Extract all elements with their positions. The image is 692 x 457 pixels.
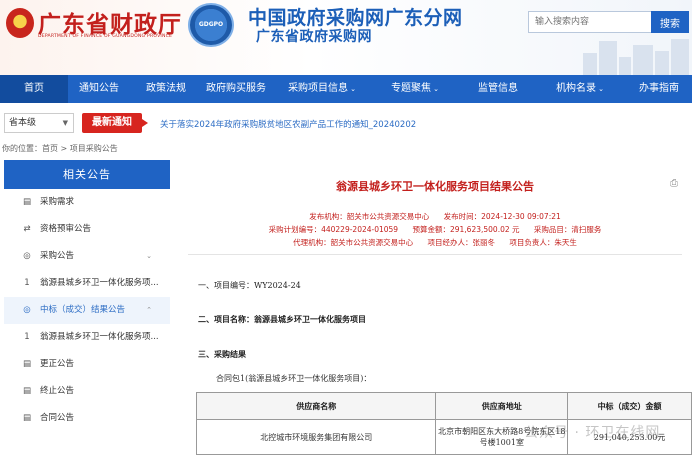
document-icon: ▤ xyxy=(22,359,32,369)
skyline-decoration xyxy=(575,38,692,75)
table-header-row: 供应商名称 供应商地址 中标（成交）金额 xyxy=(195,392,692,420)
plan-number: 采购计划编号：440229-2024-01059 xyxy=(268,225,399,234)
sidebar: 相关公告 ▤ 采购需求 ⇄ 资格预审公告 ◎ 采购公告 ⌄ 1 翁源县城乡环卫一… xyxy=(4,160,170,457)
number-icon: 1 xyxy=(24,278,30,288)
chevron-down-icon: ⌄ xyxy=(146,252,152,260)
sidebar-subitem-procurement-notice[interactable]: 1 翁源县城乡环卫一体化服务项... xyxy=(4,270,170,297)
nav-home[interactable]: 首页 xyxy=(0,75,68,103)
chevron-up-icon: ⌃ xyxy=(146,306,152,314)
notice-bar: 省本级 ▼ 最新通知 关于落实2024年政府采购脱贫地区农副产品工作的通知_20… xyxy=(0,111,692,135)
site-header: 广东省财政厅 DEPARTMENT OF FINANCE OF GUANGDON… xyxy=(0,0,692,75)
contract-package: 合同包1(翁源县城乡环卫一体化服务项目)： xyxy=(216,374,372,383)
sidebar-item-termination[interactable]: ▤ 终止公告 xyxy=(4,378,170,405)
watermark: 公众号 · 环卫在线网 xyxy=(524,425,661,441)
search-button[interactable]: 搜索 xyxy=(651,11,689,33)
sidebar-item-requirements[interactable]: ▤ 采购需求 xyxy=(4,189,170,216)
dept-name-en: DEPARTMENT OF FINANCE OF GUANGDONG PROVI… xyxy=(38,34,173,39)
breadcrumb: 你的位置：首页 > 项目采购公告 xyxy=(2,144,118,153)
leader: 项目负责人：朱天生 xyxy=(509,238,577,247)
col-amount: 中标（成交）金额 xyxy=(567,392,692,420)
meta-row-1: 发布机构：韶关市公共资源交易中心 发布时间：2024-12-30 09:07:2… xyxy=(178,211,692,222)
national-emblem-icon xyxy=(6,8,34,38)
col-supplier: 供应商名称 xyxy=(195,392,437,420)
level-select[interactable]: 省本级 ▼ xyxy=(4,113,74,133)
document-icon: ▤ xyxy=(22,386,32,396)
target-icon: ◎ xyxy=(23,251,31,261)
col-address: 供应商地址 xyxy=(435,392,569,420)
divider xyxy=(188,254,682,255)
publish-time: 发布时间：2024-12-30 09:07:21 xyxy=(443,212,561,221)
print-icon[interactable]: ⎙ xyxy=(670,178,682,189)
latest-notice-badge: 最新通知 xyxy=(82,113,148,133)
section-project-number: 一、项目编号：WY2024-24 xyxy=(198,281,301,290)
number-icon: 1 xyxy=(24,332,30,342)
chevron-down-icon: ⌄ xyxy=(598,85,604,93)
meta-row-2: 采购计划编号：440229-2024-01059 预算金额：291,623,50… xyxy=(178,224,692,235)
sidebar-item-contract[interactable]: ▤ 合同公告 xyxy=(4,405,170,432)
sidebar-item-award-notice[interactable]: ◎ 中标（成交）结果公告 ⌃ xyxy=(4,297,170,324)
section-results: 三、采购结果 xyxy=(198,349,246,359)
site-subtitle: 广东省政府采购网 xyxy=(256,29,372,45)
nav-gov-services[interactable]: 政府购买服务 xyxy=(200,75,272,103)
agency: 代理机构：韶关市公共资源交易中心 xyxy=(293,238,414,247)
sidebar-title: 相关公告 xyxy=(4,160,170,189)
main-nav: 首页 通知公告 政策法规 政府购买服务 采购项目信息 ⌄ 专题聚焦 ⌄ 监管信息 机… xyxy=(0,75,692,103)
manager: 项目经办人：张丽冬 xyxy=(427,238,496,247)
supplier-name: 北控城市环境服务集团有限公司 xyxy=(195,419,437,455)
chevron-down-icon: ⌄ xyxy=(433,85,439,93)
sidebar-item-prequalification[interactable]: ⇄ 资格预审公告 xyxy=(4,216,170,243)
nav-directory[interactable]: 机构名录 ⌄ xyxy=(548,75,612,103)
search-input[interactable] xyxy=(528,11,651,33)
page-title: 翁源县城乡环卫一体化服务项目结果公告 xyxy=(336,180,534,193)
category: 采购品目：清扫服务 xyxy=(533,225,602,234)
chevron-down-icon: ⌄ xyxy=(350,85,356,93)
main-content: 翁源县城乡环卫一体化服务项目结果公告 ⎙ 发布机构：韶关市公共资源交易中心 发布… xyxy=(178,160,692,457)
nav-notices[interactable]: 通知公告 xyxy=(70,75,128,103)
sidebar-item-procurement-notice[interactable]: ◎ 采购公告 ⌄ xyxy=(4,243,170,270)
latest-notice-link[interactable]: 关于落实2024年政府采购脱贫地区农副产品工作的通知_20240202 xyxy=(160,118,416,130)
chevron-down-icon: ▼ xyxy=(62,119,68,127)
publisher: 发布机构：韶关市公共资源交易中心 xyxy=(309,212,430,221)
sidebar-item-correction[interactable]: ▤ 更正公告 xyxy=(4,351,170,378)
document-icon: ▤ xyxy=(22,413,32,423)
nav-policies[interactable]: 政策法规 xyxy=(138,75,194,103)
meta-row-3: 代理机构：韶关市公共资源交易中心 项目经办人：张丽冬 项目负责人：朱天生 xyxy=(178,237,692,248)
gdgpo-logo-icon: GDGPO xyxy=(188,3,234,47)
page-root: { "header": { "dept_name": "广东省财政厅", "de… xyxy=(0,0,692,457)
nav-supervision[interactable]: 监管信息 xyxy=(470,75,526,103)
sidebar-subitem-award-notice[interactable]: 1 翁源县城乡环卫一体化服务项... xyxy=(4,324,170,351)
section-project-name: 二、项目名称：翁源县城乡环卫一体化服务项目 xyxy=(198,314,366,324)
nav-guide[interactable]: 办事指南 xyxy=(626,75,692,103)
nav-topics[interactable]: 专题聚焦 ⌄ xyxy=(382,75,448,103)
target-icon: ◎ xyxy=(23,305,31,315)
document-icon: ▤ xyxy=(22,197,32,207)
exchange-icon: ⇄ xyxy=(23,224,31,234)
nav-procurement-info[interactable]: 采购项目信息 ⌄ xyxy=(280,75,364,103)
budget: 预算金额：291,623,500.02 元 xyxy=(412,225,520,234)
